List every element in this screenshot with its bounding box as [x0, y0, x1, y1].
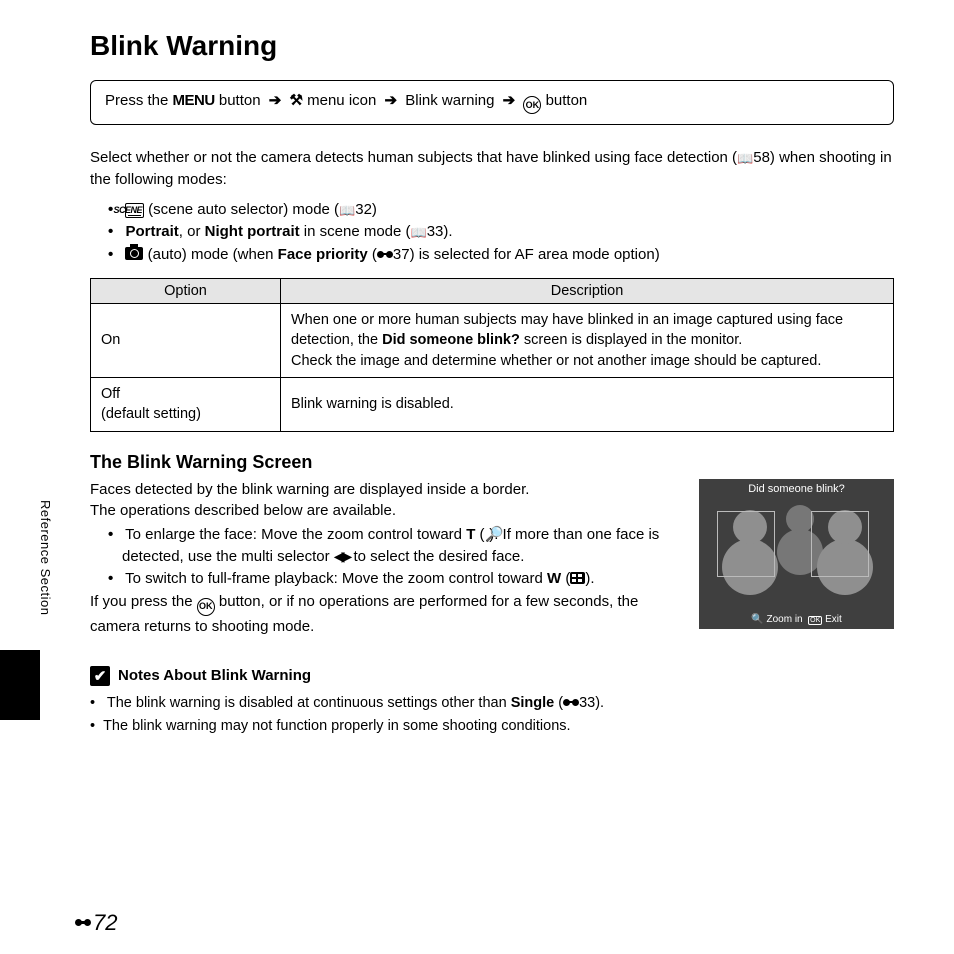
nav-text: Blink warning	[405, 92, 498, 109]
page-number: 72	[75, 910, 117, 936]
description-cell: Blink warning is disabled.	[281, 377, 894, 431]
manual-ref-icon: 📖	[339, 203, 355, 218]
list-item: SCENE (scene auto selector) mode (📖32)	[108, 199, 894, 222]
face-detection-box	[717, 511, 775, 577]
manual-ref-icon: 📖	[737, 151, 753, 166]
screen-description: Faces detected by the blink warning are …	[90, 479, 683, 638]
mode-list: SCENE (scene auto selector) mode (📖32) P…	[90, 199, 894, 267]
reference-section-icon	[377, 250, 393, 260]
navigation-path-box: Press the MENU button ➔ ⚒ menu icon ➔ Bl…	[90, 80, 894, 125]
thumbnail-icon	[570, 572, 585, 584]
zoom-w-icon: W	[547, 570, 561, 587]
option-cell: Off (default setting)	[91, 377, 281, 431]
lcd-status-bar: 🔍 Zoom in OK Exit	[699, 614, 894, 625]
screen-footer-text: If you press the OK button, or if no ope…	[90, 591, 683, 637]
list-item: The blink warning may not function prope…	[90, 715, 894, 738]
ok-button-icon: OK	[808, 616, 822, 625]
lcd-title: Did someone blink?	[699, 483, 894, 495]
table-header-description: Description	[281, 279, 894, 304]
description-cell: When one or more human subjects may have…	[281, 304, 894, 378]
check-note-icon: ✔	[90, 666, 110, 686]
lcd-preview: Did someone blink? 🔍 Zoom in OK Exit	[699, 479, 894, 629]
list-item: To switch to full-frame playback: Move t…	[108, 568, 683, 590]
nav-text: button	[219, 92, 265, 109]
side-section-label: Reference Section	[38, 500, 53, 615]
side-tab: Reference Section	[0, 500, 50, 720]
left-right-selector-icon: ◀▶	[334, 548, 350, 564]
nav-text: Press the	[105, 92, 173, 109]
nav-text: menu icon	[307, 92, 380, 109]
table-row: Off (default setting) Blink warning is d…	[91, 377, 894, 431]
ok-button-icon: OK	[197, 598, 215, 616]
table-row: On When one or more human subjects may h…	[91, 304, 894, 378]
notes-title: Notes About Blink Warning	[118, 667, 311, 684]
subsection-heading: The Blink Warning Screen	[90, 452, 894, 473]
list-item: To enlarge the face: Move the zoom contr…	[108, 524, 683, 568]
camera-icon	[125, 247, 143, 260]
arrow-icon: ➔	[385, 92, 398, 109]
ok-button-icon: OK	[523, 96, 541, 114]
reference-section-icon	[75, 918, 91, 928]
nav-text: button	[546, 92, 588, 109]
wrench-icon: ⚒	[290, 92, 303, 109]
side-tab-marker	[0, 650, 40, 720]
option-cell: On	[91, 304, 281, 378]
manual-ref-icon: 📖	[411, 225, 427, 240]
zoom-t-icon: T	[466, 526, 475, 543]
page-title: Blink Warning	[90, 30, 894, 62]
reference-section-icon	[563, 698, 579, 708]
face-detection-box	[811, 511, 869, 577]
arrow-icon: ➔	[269, 92, 282, 109]
options-table: Option Description On When one or more h…	[90, 278, 894, 431]
list-item: Portrait, or Night portrait in scene mod…	[108, 221, 894, 244]
menu-button-label: MENU	[173, 92, 215, 109]
arrow-icon: ➔	[503, 92, 516, 109]
magnify-icon: 🔍	[751, 614, 763, 625]
magnify-icon: 🔍	[485, 524, 490, 546]
intro-paragraph: Select whether or not the camera detects…	[90, 147, 894, 191]
notes-heading: ✔ Notes About Blink Warning	[90, 666, 894, 686]
list-item: (auto) mode (when Face priority (37) is …	[108, 244, 894, 267]
scene-auto-icon: SCENE	[125, 203, 144, 219]
table-header-option: Option	[91, 279, 281, 304]
notes-list: The blink warning is disabled at continu…	[90, 692, 894, 738]
operations-list: To enlarge the face: Move the zoom contr…	[90, 524, 683, 589]
list-item: The blink warning is disabled at continu…	[90, 692, 894, 715]
